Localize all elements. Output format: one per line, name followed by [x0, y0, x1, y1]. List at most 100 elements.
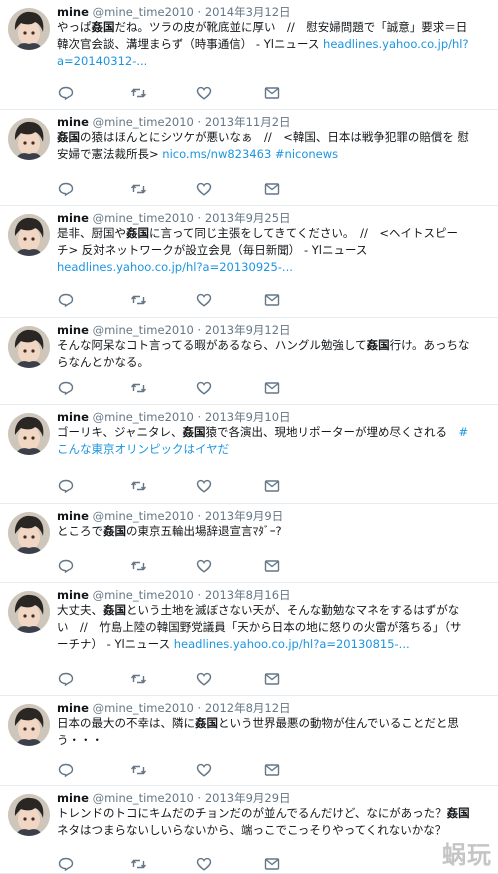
tweet[interactable]: mine @mine_time2010 · 2013年9月12日 そんな阿呆なコト… — [0, 318, 498, 405]
tweet-actions — [57, 181, 287, 197]
tweet[interactable]: mine @mine_time2010 · 2013年9月29日 トレンドのトコに… — [0, 786, 498, 874]
retweet-button[interactable] — [129, 856, 147, 872]
like-button[interactable] — [195, 671, 213, 687]
like-button[interactable] — [195, 181, 213, 197]
retweet-button[interactable] — [129, 380, 147, 396]
highlighted-term: 姦国 — [57, 130, 80, 144]
like-button[interactable] — [195, 292, 213, 308]
tweet-link[interactable]: headlines.yahoo.co.jp/hl? — [323, 37, 469, 51]
tweet-date[interactable]: 2013年9月25日 — [205, 211, 291, 225]
tweet-author-handle[interactable]: @mine_time2010 — [93, 5, 194, 19]
tweet-author-handle[interactable]: @mine_time2010 — [93, 791, 194, 805]
tweet-header: mine @mine_time2010 · 2013年9月9日 — [57, 508, 283, 524]
tweet-link[interactable]: headlines.yahoo.co.jp/hl?a=20130925-... — [57, 260, 293, 274]
tweet-link[interactable]: nico.ms/nw823463 #niconews — [162, 147, 338, 161]
retweet-button[interactable] — [129, 671, 147, 687]
retweet-button[interactable] — [129, 292, 147, 308]
tweet[interactable]: mine @mine_time2010 · 2013年9月25日 是非、厨国や姦国… — [0, 206, 498, 318]
reply-button[interactable] — [57, 671, 75, 687]
reply-button[interactable] — [57, 85, 75, 101]
like-button[interactable] — [195, 762, 213, 778]
like-button[interactable] — [195, 558, 213, 574]
tweet-author-name[interactable]: mine — [57, 701, 89, 715]
tweet-date[interactable]: 2013年8月16日 — [205, 588, 291, 602]
tweet-author-handle[interactable]: @mine_time2010 — [93, 509, 194, 523]
message-button[interactable] — [263, 380, 281, 396]
tweet-text-line: 日本の最大の不幸は、隣に姦国という世界最悪の動物が住んでいることだと思 — [57, 715, 489, 732]
tweet-date[interactable]: 2013年11月2日 — [205, 115, 291, 129]
tweet-author-handle[interactable]: @mine_time2010 — [93, 211, 194, 225]
like-button[interactable] — [195, 380, 213, 396]
message-button[interactable] — [263, 762, 281, 778]
message-icon — [264, 479, 280, 493]
reply-button[interactable] — [57, 380, 75, 396]
reply-button[interactable] — [57, 856, 75, 872]
tweet[interactable]: mine @mine_time2010 · 2013年9月9日 ところで姦国の東京… — [0, 504, 498, 583]
reply-button[interactable] — [57, 478, 75, 494]
like-button[interactable] — [195, 85, 213, 101]
tweet-actions — [57, 671, 287, 687]
reply-button[interactable] — [57, 558, 75, 574]
retweet-button[interactable] — [129, 762, 147, 778]
message-icon — [264, 559, 280, 573]
tweet-author-handle[interactable]: @mine_time2010 — [93, 701, 194, 715]
tweet-author-name[interactable]: mine — [57, 588, 89, 602]
tweet-author-name[interactable]: mine — [57, 509, 89, 523]
like-button[interactable] — [195, 856, 213, 872]
tweet-author-name[interactable]: mine — [57, 211, 89, 225]
tweet-author-name[interactable]: mine — [57, 410, 89, 424]
reply-icon — [58, 763, 74, 777]
tweet[interactable]: mine @mine_time2010 · 2013年9月10日 ゴーリキ、ジャニ… — [0, 405, 498, 504]
avatar[interactable] — [8, 8, 50, 50]
avatar[interactable] — [8, 118, 50, 160]
avatar[interactable] — [8, 794, 50, 836]
tweet-author-handle[interactable]: @mine_time2010 — [93, 115, 194, 129]
tweet-text-line: こんな東京オリンピックはイヤだ — [57, 441, 489, 458]
message-button[interactable] — [263, 856, 281, 872]
avatar[interactable] — [8, 704, 50, 746]
tweet[interactable]: mine @mine_time2010 · 2012年8月12日 日本の最大の不幸… — [0, 696, 498, 786]
tweet-author-handle[interactable]: @mine_time2010 — [93, 323, 194, 337]
message-button[interactable] — [263, 181, 281, 197]
tweet-author-handle[interactable]: @mine_time2010 — [93, 410, 194, 424]
tweet-date[interactable]: 2013年9月12日 — [205, 323, 291, 337]
retweet-button[interactable] — [129, 85, 147, 101]
avatar[interactable] — [8, 591, 50, 633]
tweet-date[interactable]: 2013年9月10日 — [205, 410, 291, 424]
retweet-button[interactable] — [129, 558, 147, 574]
tweet-date[interactable]: 2013年9月9日 — [205, 509, 283, 523]
tweet-date[interactable]: 2012年8月12日 — [205, 701, 291, 715]
avatar[interactable] — [8, 512, 50, 554]
reply-button[interactable] — [57, 762, 75, 778]
tweet-header: mine @mine_time2010 · 2013年9月29日 — [57, 790, 291, 806]
avatar[interactable] — [8, 326, 50, 368]
tweet-author-handle[interactable]: @mine_time2010 — [93, 588, 194, 602]
message-button[interactable] — [263, 292, 281, 308]
tweet-date[interactable]: 2013年9月29日 — [205, 791, 291, 805]
tweet-author-name[interactable]: mine — [57, 5, 89, 19]
like-button[interactable] — [195, 478, 213, 494]
message-button[interactable] — [263, 478, 281, 494]
reply-button[interactable] — [57, 181, 75, 197]
tweet-link[interactable]: a=20140312-... — [57, 54, 147, 68]
tweet-date[interactable]: 2014年3月12日 — [205, 5, 291, 19]
tweet-author-name[interactable]: mine — [57, 791, 89, 805]
tweet-header: mine @mine_time2010 · 2014年3月12日 — [57, 4, 291, 20]
tweet[interactable]: mine @mine_time2010 · 2014年3月12日 やっぱ姦国だね。… — [0, 0, 498, 110]
reply-button[interactable] — [57, 292, 75, 308]
retweet-button[interactable] — [129, 478, 147, 494]
retweet-button[interactable] — [129, 181, 147, 197]
avatar[interactable] — [8, 413, 50, 455]
tweet-link[interactable]: headlines.yahoo.co.jp/hl?a=20130815-... — [174, 637, 410, 651]
tweet[interactable]: mine @mine_time2010 · 2013年11月2日 姦国の猿はほんと… — [0, 110, 498, 206]
tweet-text-segment: 大丈夫、 — [57, 603, 103, 617]
message-button[interactable] — [263, 85, 281, 101]
tweet-author-name[interactable]: mine — [57, 115, 89, 129]
tweet-link[interactable]: こんな東京オリンピックはイヤだ — [57, 442, 229, 456]
tweet[interactable]: mine @mine_time2010 · 2013年8月16日 大丈夫、姦国とい… — [0, 583, 498, 696]
tweet-author-name[interactable]: mine — [57, 323, 89, 337]
tweet-link[interactable]: # — [458, 425, 468, 439]
message-button[interactable] — [263, 558, 281, 574]
avatar[interactable] — [8, 214, 50, 256]
message-button[interactable] — [263, 671, 281, 687]
